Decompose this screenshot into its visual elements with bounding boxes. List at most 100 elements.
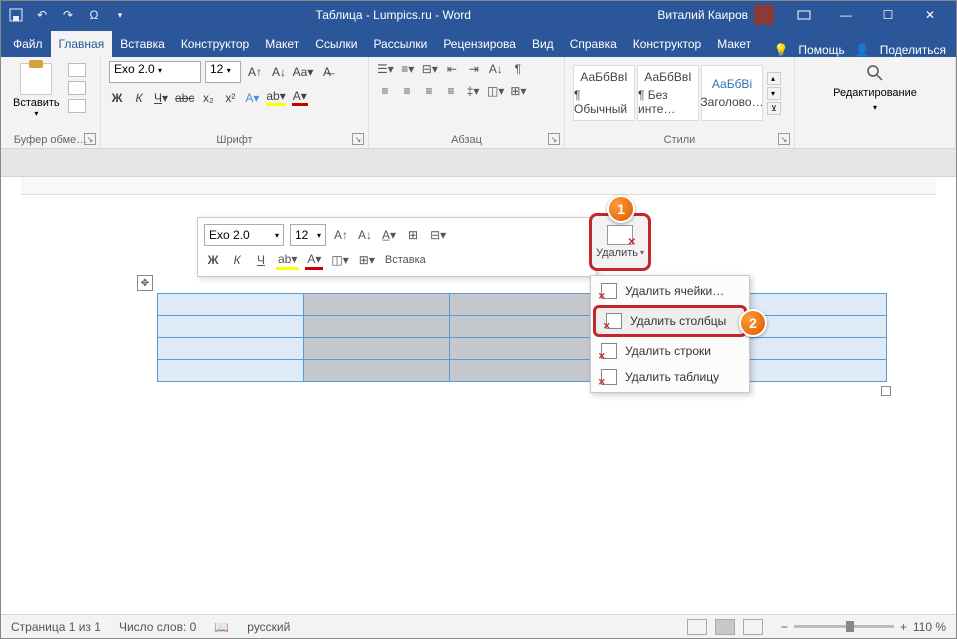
ribbon-display-icon[interactable] — [784, 1, 824, 29]
tab-help[interactable]: Справка — [562, 31, 625, 57]
web-layout-icon[interactable] — [743, 619, 763, 635]
bullets-icon[interactable]: ☰▾ — [377, 61, 394, 77]
subscript-icon[interactable]: x₂ — [200, 91, 216, 105]
mini-fontcolor-icon[interactable]: A▾ — [305, 250, 323, 270]
shading-icon[interactable]: ◫▾ — [487, 83, 504, 99]
mini-highlight-icon[interactable]: ab▾ — [276, 250, 299, 270]
zoom-in-icon[interactable]: + — [900, 620, 907, 634]
style-normal[interactable]: АаБбВвІ¶ Обычный — [573, 65, 635, 121]
table-row[interactable] — [158, 316, 887, 338]
find-icon[interactable] — [865, 63, 885, 83]
mini-italic-icon[interactable]: К — [228, 250, 246, 270]
tab-mailings[interactable]: Рассылки — [365, 31, 435, 57]
print-layout-icon[interactable] — [715, 619, 735, 635]
spellcheck-icon[interactable]: 📖 — [214, 620, 229, 634]
tell-me[interactable]: Помощь — [798, 43, 844, 57]
mini-table-icon[interactable]: ⊞ — [404, 225, 422, 245]
tab-table-layout[interactable]: Макет — [709, 31, 759, 57]
table-row[interactable] — [158, 338, 887, 360]
style-heading1[interactable]: АаБбВіЗаголово… — [701, 65, 763, 121]
mini-shading-icon[interactable]: ◫▾ — [329, 250, 350, 270]
numbering-icon[interactable]: ≡▾ — [400, 61, 416, 77]
page-indicator[interactable]: Страница 1 из 1 — [11, 620, 101, 634]
word-count[interactable]: Число слов: 0 — [119, 620, 196, 634]
mini-align-icon[interactable]: ⊟▾ — [428, 225, 448, 245]
tab-references[interactable]: Ссылки — [307, 31, 365, 57]
copy-icon[interactable] — [68, 81, 86, 95]
menu-delete-columns[interactable]: Удалить столбцы — [593, 305, 747, 337]
line-spacing-icon[interactable]: ‡▾ — [465, 83, 481, 99]
font-name-combo[interactable]: Exo 2.0 ▾ — [109, 61, 201, 83]
styles-more-icon[interactable]: ⊻ — [767, 102, 781, 115]
shrink-font-icon[interactable]: A↓ — [269, 62, 289, 82]
cut-icon[interactable] — [68, 63, 86, 77]
tab-review[interactable]: Рецензирова — [435, 31, 524, 57]
omega-icon[interactable]: Ω — [85, 6, 103, 24]
superscript-icon[interactable]: x² — [222, 91, 238, 105]
language-indicator[interactable]: русский — [247, 620, 290, 634]
dialog-launcher-icon[interactable]: ↘ — [548, 133, 560, 145]
borders-icon[interactable]: ⊞▾ — [510, 83, 526, 99]
style-nospacing[interactable]: АаБбВвІ¶ Без инте… — [637, 65, 699, 121]
menu-delete-rows[interactable]: Удалить строки — [591, 338, 749, 364]
dialog-launcher-icon[interactable]: ↘ — [778, 133, 790, 145]
mini-underline-icon[interactable]: Ч — [252, 250, 270, 270]
document-table[interactable]: ✥ — [157, 293, 887, 382]
user-account[interactable]: Виталий Каиров — [657, 5, 774, 25]
save-icon[interactable] — [7, 6, 25, 24]
table-resize-handle[interactable] — [881, 386, 891, 396]
mini-font-combo[interactable]: Exo 2.0▾ — [204, 224, 284, 246]
read-mode-icon[interactable] — [687, 619, 707, 635]
close-icon[interactable]: ✕ — [910, 1, 950, 29]
tab-view[interactable]: Вид — [524, 31, 562, 57]
horizontal-ruler[interactable] — [21, 177, 936, 195]
zoom-level[interactable]: 110 % — [913, 620, 946, 634]
tab-file[interactable]: Файл — [5, 31, 51, 57]
multilevel-icon[interactable]: ⊟▾ — [422, 61, 438, 77]
justify-icon[interactable]: ≡ — [443, 83, 459, 99]
highlight-icon[interactable]: ab▾ — [266, 89, 285, 106]
grow-font-icon[interactable]: A↑ — [245, 62, 265, 82]
dialog-launcher-icon[interactable]: ↘ — [84, 133, 96, 145]
menu-delete-table[interactable]: Удалить таблицу — [591, 364, 749, 390]
mini-shrink-icon[interactable]: A↓ — [356, 225, 374, 245]
strike-icon[interactable]: abc — [175, 91, 194, 105]
change-case-icon[interactable]: Aa▾ — [293, 62, 313, 82]
menu-delete-cells[interactable]: Удалить ячейки… — [591, 278, 749, 304]
paste-button[interactable]: Вставить ▾ — [9, 61, 64, 120]
clear-format-icon[interactable]: A̶ — [317, 62, 337, 82]
maximize-icon[interactable]: ☐ — [868, 1, 908, 29]
mini-bold-icon[interactable]: Ж — [204, 250, 222, 270]
italic-icon[interactable]: К — [131, 91, 147, 105]
table-move-handle[interactable]: ✥ — [137, 275, 153, 291]
increase-indent-icon[interactable]: ⇥ — [466, 61, 482, 77]
align-center-icon[interactable]: ≡ — [399, 83, 415, 99]
qat-more-icon[interactable]: ▾ — [111, 6, 129, 24]
tab-layout[interactable]: Макет — [257, 31, 307, 57]
tab-design[interactable]: Конструктор — [173, 31, 257, 57]
zoom-out-icon[interactable]: − — [781, 620, 788, 634]
align-right-icon[interactable]: ≡ — [421, 83, 437, 99]
pilcrow-icon[interactable]: ¶ — [510, 61, 526, 77]
mini-size-combo[interactable]: 12▾ — [290, 224, 326, 246]
redo-icon[interactable]: ↷ — [59, 6, 77, 24]
minimize-icon[interactable]: — — [826, 1, 866, 29]
font-color-icon[interactable]: A▾ — [292, 89, 308, 106]
underline-icon[interactable]: Ч▾ — [153, 91, 169, 105]
zoom-slider[interactable] — [794, 625, 894, 628]
bold-icon[interactable]: Ж — [109, 91, 125, 105]
sort-icon[interactable]: A↓ — [488, 61, 504, 77]
tab-insert[interactable]: Вставка — [112, 31, 173, 57]
table-row[interactable] — [158, 294, 887, 316]
decrease-indent-icon[interactable]: ⇤ — [444, 61, 460, 77]
share-button[interactable]: Поделиться — [880, 43, 946, 57]
format-painter-icon[interactable] — [68, 99, 86, 113]
editing-label[interactable]: Редактирование — [833, 87, 917, 99]
styles-down-icon[interactable]: ▾ — [767, 87, 781, 100]
align-left-icon[interactable]: ≡ — [377, 83, 393, 99]
dialog-launcher-icon[interactable]: ↘ — [352, 133, 364, 145]
font-size-combo[interactable]: 12 ▾ — [205, 61, 241, 83]
tab-home[interactable]: Главная — [51, 31, 113, 57]
mini-borders-icon[interactable]: ⊞▾ — [357, 250, 377, 270]
styles-up-icon[interactable]: ▴ — [767, 72, 781, 85]
